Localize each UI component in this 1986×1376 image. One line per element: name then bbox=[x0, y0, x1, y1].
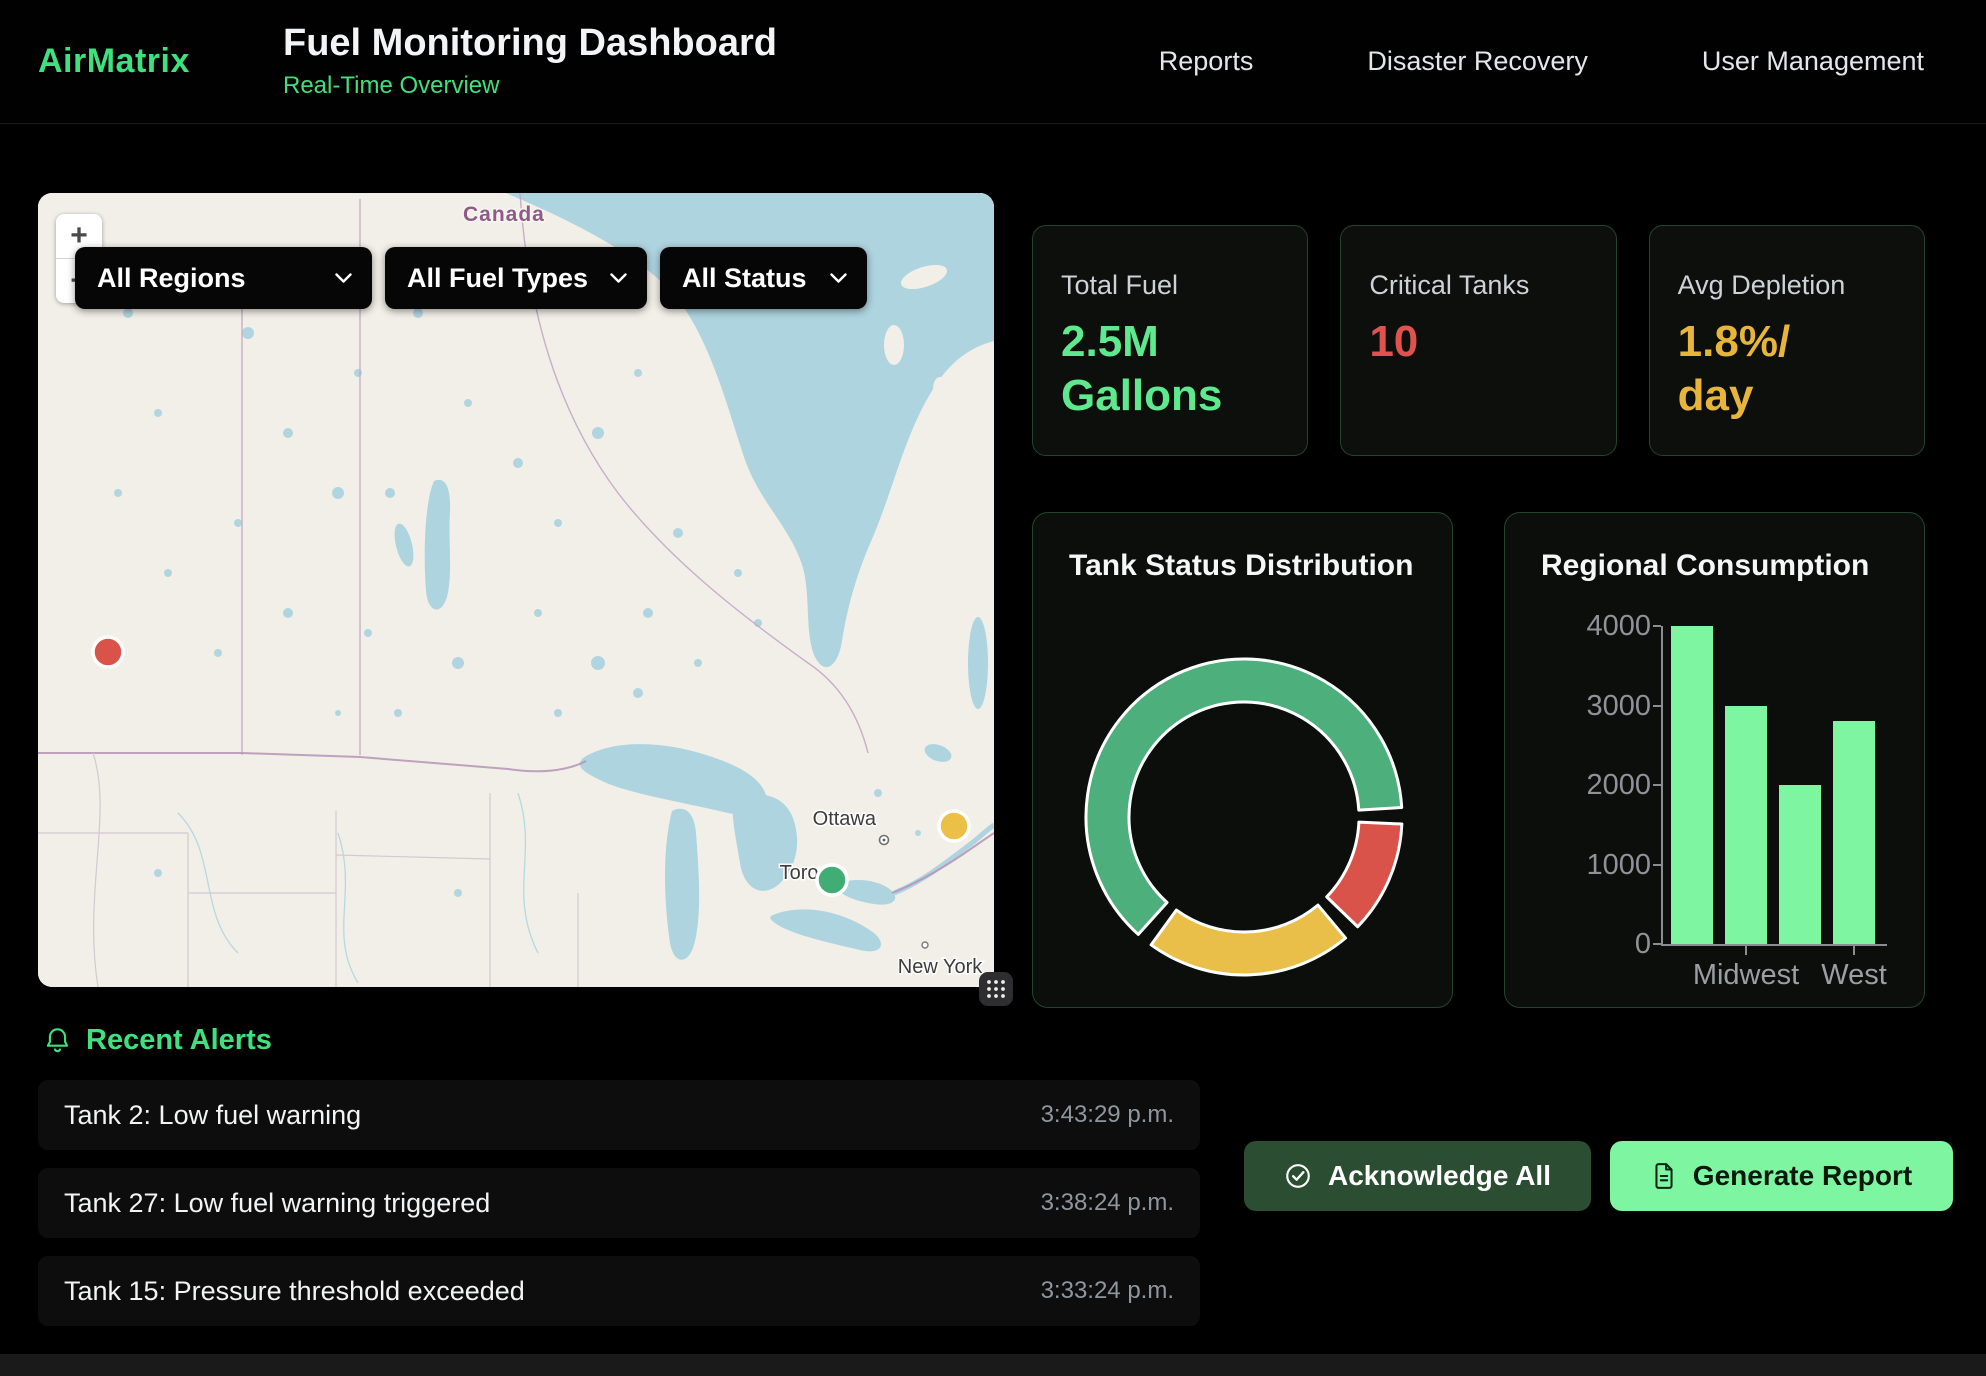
tank-status-donut-chart bbox=[1033, 513, 1454, 1007]
region-filter-dropdown[interactable]: All Regions bbox=[75, 247, 372, 309]
resize-handle[interactable] bbox=[979, 972, 1013, 1006]
alert-timestamp: 3:43:29 p.m. bbox=[1041, 1101, 1174, 1129]
bar-West bbox=[1833, 721, 1875, 944]
bar-Midwest bbox=[1725, 706, 1767, 945]
map-panel: Canada Ottawa Toronto New York + − All bbox=[38, 193, 994, 987]
alert-message: Tank 15: Pressure threshold exceeded bbox=[64, 1276, 525, 1307]
map-label-ottawa: Ottawa bbox=[813, 808, 877, 830]
x-tick-mark bbox=[1745, 946, 1747, 955]
brand-logo[interactable]: AirMatrix bbox=[38, 0, 190, 123]
alert-message: Tank 27: Low fuel warning triggered bbox=[64, 1188, 490, 1219]
map-filter-bar: All Regions All Fuel Types All Status bbox=[75, 247, 867, 309]
chevron-down-icon bbox=[830, 273, 847, 284]
y-tick-mark bbox=[1653, 864, 1661, 866]
bar-series-2 bbox=[1779, 785, 1821, 944]
stat-value: 2.5M Gallons bbox=[1061, 315, 1279, 422]
generate-report-button[interactable]: Generate Report bbox=[1610, 1141, 1953, 1211]
y-tick-label: 1000 bbox=[1505, 848, 1651, 882]
nav-item-user-management[interactable]: User Management bbox=[1702, 46, 1924, 77]
stat-card-critical-tanks: Critical Tanks 10 bbox=[1340, 225, 1616, 456]
chevron-down-icon bbox=[335, 273, 352, 284]
map-canvas[interactable]: Canada Ottawa Toronto New York + − All bbox=[38, 193, 994, 987]
fuel-type-filter-value: All Fuel Types bbox=[407, 263, 588, 294]
tank-marker-critical[interactable] bbox=[93, 637, 123, 667]
stat-cards: Total Fuel 2.5M Gallons Critical Tanks 1… bbox=[1032, 225, 1925, 456]
alert-timestamp: 3:33:24 p.m. bbox=[1041, 1277, 1174, 1305]
alert-timestamp: 3:38:24 p.m. bbox=[1041, 1189, 1174, 1217]
y-tick-mark bbox=[1653, 943, 1661, 945]
regional-consumption-bar-chart: 01000200030004000MidwestWest bbox=[1505, 513, 1924, 1007]
recent-alerts-title: Recent Alerts bbox=[86, 1024, 272, 1057]
y-axis-line bbox=[1661, 626, 1663, 946]
check-circle-icon bbox=[1284, 1162, 1312, 1190]
status-filter-dropdown[interactable]: All Status bbox=[660, 247, 867, 309]
bar-series-0 bbox=[1671, 626, 1713, 944]
alert-message: Tank 2: Low fuel warning bbox=[64, 1100, 361, 1131]
regional-consumption-card: Regional Consumption 01000200030004000Mi… bbox=[1504, 512, 1925, 1008]
nav-item-reports[interactable]: Reports bbox=[1159, 46, 1254, 77]
x-tick-mark bbox=[1853, 946, 1855, 955]
main-nav: Reports Disaster Recovery User Managemen… bbox=[1159, 0, 1924, 123]
map-label-new-york: New York bbox=[898, 956, 983, 978]
stat-label: Critical Tanks bbox=[1369, 270, 1587, 301]
tank-marker-normal[interactable] bbox=[817, 865, 847, 895]
y-tick-mark bbox=[1653, 705, 1661, 707]
alert-row: Tank 2: Low fuel warning 3:43:29 p.m. bbox=[38, 1080, 1200, 1150]
y-tick-mark bbox=[1653, 625, 1661, 627]
region-filter-value: All Regions bbox=[97, 263, 246, 294]
map-label-canada: Canada bbox=[463, 203, 545, 226]
acknowledge-all-button[interactable]: Acknowledge All bbox=[1244, 1141, 1591, 1211]
bell-icon bbox=[44, 1026, 71, 1055]
window-bottom-strip bbox=[0, 1354, 1986, 1376]
stat-label: Total Fuel bbox=[1061, 270, 1279, 301]
alert-row: Tank 27: Low fuel warning triggered 3:38… bbox=[38, 1168, 1200, 1238]
page-subtitle: Real-Time Overview bbox=[283, 72, 777, 100]
donut-segment-critical[interactable] bbox=[1327, 822, 1402, 927]
title-block: Fuel Monitoring Dashboard Real-Time Over… bbox=[283, 0, 777, 123]
alert-row: Tank 15: Pressure threshold exceeded 3:3… bbox=[38, 1256, 1200, 1326]
stat-card-total-fuel: Total Fuel 2.5M Gallons bbox=[1032, 225, 1308, 456]
stat-value: 1.8%/ day bbox=[1678, 315, 1896, 422]
header: AirMatrix Fuel Monitoring Dashboard Real… bbox=[0, 0, 1986, 124]
map-svg: Canada Ottawa Toronto New York bbox=[38, 193, 994, 987]
nav-item-disaster-recovery[interactable]: Disaster Recovery bbox=[1367, 46, 1588, 77]
chevron-down-icon bbox=[610, 273, 627, 284]
tank-marker-warning[interactable] bbox=[939, 811, 969, 841]
y-tick-label: 2000 bbox=[1505, 768, 1651, 802]
page-title: Fuel Monitoring Dashboard bbox=[283, 23, 777, 65]
y-tick-label: 4000 bbox=[1505, 609, 1651, 643]
y-tick-mark bbox=[1653, 784, 1661, 786]
status-filter-value: All Status bbox=[682, 263, 807, 294]
generate-report-label: Generate Report bbox=[1693, 1160, 1912, 1192]
tank-status-card: Tank Status Distribution bbox=[1032, 512, 1453, 1008]
y-tick-label: 3000 bbox=[1505, 689, 1651, 723]
y-tick-label: 0 bbox=[1505, 927, 1651, 961]
stat-value: 10 bbox=[1369, 315, 1587, 369]
document-icon bbox=[1651, 1162, 1677, 1190]
grip-dots-icon bbox=[985, 978, 1007, 1000]
stat-card-avg-depletion: Avg Depletion 1.8%/ day bbox=[1649, 225, 1925, 456]
recent-alerts-heading: Recent Alerts bbox=[44, 1024, 272, 1057]
stat-label: Avg Depletion bbox=[1678, 270, 1896, 301]
fuel-monitoring-dashboard: AirMatrix Fuel Monitoring Dashboard Real… bbox=[0, 0, 1986, 1376]
fuel-type-filter-dropdown[interactable]: All Fuel Types bbox=[385, 247, 647, 309]
x-tick-label: West bbox=[1784, 959, 1924, 992]
donut-segment-warning[interactable] bbox=[1151, 905, 1345, 975]
acknowledge-all-label: Acknowledge All bbox=[1328, 1160, 1551, 1192]
